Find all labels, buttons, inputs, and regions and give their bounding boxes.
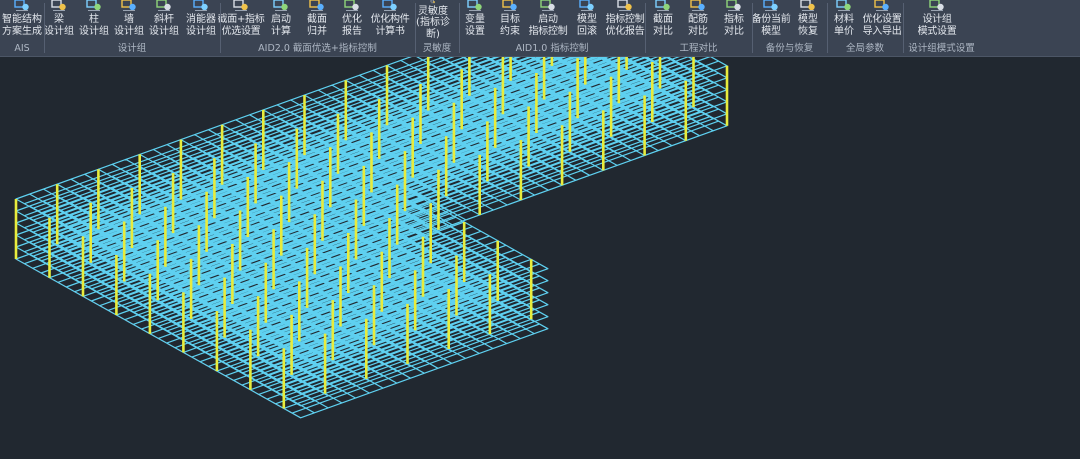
group-mode-button[interactable]: 设计组 模式设置 [913,0,961,40]
index-report-button[interactable]: 指标控制 优化报告 [603,0,647,40]
section-index-label: 截面+指标 优选设置 [217,14,265,37]
model-viewport[interactable] [0,57,1080,459]
merge-icon [309,0,324,11]
variable-label: 变量 设置 [465,14,485,37]
section-index-button[interactable]: 截面+指标 优选设置 [216,0,266,40]
material-icon [836,0,851,11]
damper-label: 消能器 设计组 [186,14,216,37]
restore-model-label: 模型 恢复 [798,14,818,37]
ribbon-group-labels: AIS 设计组 AID2.0 截面优选+指标控制 灵敏度 AID1.0 指标控制 工程对比… [0,41,1080,56]
rebar-compare-icon [690,0,705,11]
beam-button[interactable]: 梁 设计组 [43,0,75,40]
import-export-button[interactable]: 优化设置 导入导出 [860,0,904,40]
brace-button[interactable]: 斜杆 设计组 [148,0,180,40]
group-label-compare: 工程对比 [679,43,718,54]
damper-button[interactable]: 消能器 设计组 [183,0,219,40]
backup-model-label: 备份当前 模型 [751,14,791,37]
beam-label: 梁 设计组 [44,14,74,37]
backup-icon [763,0,778,11]
ribbon-toolbar: 智能结构 方案生成梁 设计组柱 设计组墙 设计组 斜杆 设计组 消能器 设计组 截面+… [0,0,1080,57]
start-calc-label: 启动 计算 [271,14,291,37]
damper-icon [193,0,208,11]
group-label-mode: 设计组模式设置 [908,43,975,54]
beam-icon [51,0,66,11]
column-button[interactable]: 柱 设计组 [78,0,110,40]
run-icon [273,0,288,11]
import-export-icon [874,0,889,11]
section-index-icon [233,0,248,11]
restore-model-button[interactable]: 模型 恢复 [792,0,824,40]
index-control-button[interactable]: 启动 指标控制 [526,0,570,40]
index-compare-button[interactable]: 指标 对比 [718,0,750,40]
report-icon [344,0,359,11]
variable-icon [467,0,482,11]
component-calc-button[interactable]: 优化构件 计算书 [368,0,412,40]
group-separator [827,3,828,53]
index-run-icon [540,0,555,11]
optimize-report-button[interactable]: 优化 报告 [336,0,368,40]
group-separator [220,3,221,53]
structure-3d-model[interactable] [0,57,1080,459]
ribbon-buttons: 智能结构 方案生成梁 设计组柱 设计组墙 设计组 斜杆 设计组 消能器 设计组 截面+… [0,0,1080,40]
index-control-label: 启动 指标控制 [528,14,568,37]
column-label: 柱 设计组 [79,14,109,37]
group-separator [752,3,753,53]
index-compare-icon [726,0,741,11]
group-separator [415,3,416,53]
target-label: 目标 约束 [500,14,520,37]
variable-button[interactable]: 变量 设置 [459,0,491,40]
target-button[interactable]: 目标 约束 [494,0,526,40]
model-rollback-label: 模型 回滚 [577,14,597,37]
group-separator [903,3,904,53]
brace-icon [156,0,171,11]
index-report-icon [617,0,632,11]
backup-model-button[interactable]: 备份当前 模型 [749,0,793,40]
import-export-label: 优化设置 导入导出 [862,14,902,37]
section-merge-button[interactable]: 截面 归并 [301,0,333,40]
wall-icon [121,0,136,11]
group-label-aid1: AID1.0 指标控制 [515,43,589,54]
rebar-compare-label: 配筋 对比 [688,14,708,37]
wall-button[interactable]: 墙 设计组 [113,0,145,40]
material-price-label: 材料 单价 [834,14,854,37]
group-label-ais: AIS [14,43,30,54]
sensitivity-button[interactable]: 灵敏度 (指标诊断) [413,0,453,40]
sensitivity-icon [430,0,435,4]
group-mode-icon [929,0,944,11]
component-calc-label: 优化构件 计算书 [370,14,410,37]
group-label-aid2: AID2.0 截面优选+指标控制 [258,43,377,54]
column-icon [86,0,101,11]
beam-grid [15,57,728,419]
frame-beams [15,57,728,419]
index-report-label: 指标控制 优化报告 [605,14,645,37]
ai-scheme-icon [14,0,29,11]
target-icon [502,0,517,11]
group-separator [645,3,646,53]
section-compare-icon [655,0,670,11]
brace-label: 斜杆 设计组 [149,14,179,37]
optimize-report-label: 优化 报告 [342,14,362,37]
rebar-compare-button[interactable]: 配筋 对比 [682,0,714,40]
index-compare-label: 指标 对比 [724,14,744,37]
material-price-button[interactable]: 材料 单价 [828,0,860,40]
restore-icon [800,0,815,11]
group-mode-label: 设计组 模式设置 [917,14,957,37]
group-separator [44,3,45,53]
start-calc-button[interactable]: 启动 计算 [265,0,297,40]
wall-label: 墙 设计组 [114,14,144,37]
model-rollback-button[interactable]: 模型 回滚 [571,0,603,40]
group-label-backup: 备份与恢复 [765,43,814,54]
group-label-design-group: 设计组 [117,43,147,54]
section-merge-label: 截面 归并 [307,14,327,37]
sensitivity-label: 灵敏度 (指标诊断) [416,5,450,40]
section-compare-label: 截面 对比 [653,14,673,37]
rollback-icon [579,0,594,11]
group-separator [459,3,460,53]
section-compare-button[interactable]: 截面 对比 [647,0,679,40]
ais-button[interactable]: 智能结构 方案生成 [1,0,43,40]
group-label-sensitivity: 灵敏度 [422,43,452,54]
ais-label: 智能结构 方案生成 [2,14,42,37]
group-label-global: 全局参数 [845,43,884,54]
calcbook-icon [382,0,397,11]
